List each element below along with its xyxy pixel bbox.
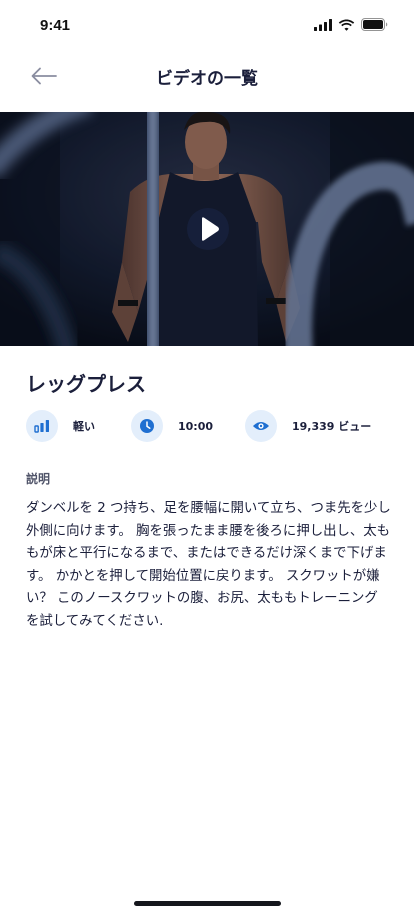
signal-icon: [314, 18, 332, 31]
status-time: 9:41: [40, 17, 71, 34]
app-header: ビデオの一覧: [0, 50, 414, 112]
description-text: ダンベルを 2 つ持ち、足を腰幅に開いて立ち、つま先を少し外側に向けます。 胸を…: [26, 501, 391, 629]
page-title: ビデオの一覧: [156, 69, 258, 89]
views-stat: 19,339 ビュー: [245, 410, 371, 442]
description-heading: 説明: [26, 472, 51, 486]
clock-icon: [140, 419, 154, 433]
views-icon-badge: [245, 410, 277, 442]
eye-icon: [253, 422, 269, 430]
status-bar: 9:41: [0, 0, 414, 50]
bar-chart-icon: [34, 420, 49, 433]
duration-icon-badge: [131, 410, 163, 442]
home-indicator[interactable]: [134, 901, 281, 906]
video-title: レッグプレス: [26, 372, 146, 396]
difficulty-stat: 軽い: [26, 410, 95, 442]
status-icons: [314, 18, 388, 31]
views-label: 19,339 ビュー: [292, 420, 372, 433]
duration-label: 10:00: [178, 419, 214, 433]
video-stats: 軽い 10:00 19,339 ビュー: [26, 410, 396, 442]
difficulty-icon-badge: [26, 410, 58, 442]
play-icon: [187, 208, 229, 250]
video-player[interactable]: [0, 112, 414, 346]
duration-stat: 10:00: [131, 410, 213, 442]
difficulty-label: 軽い: [73, 420, 95, 433]
video-detail-screen: 9:41 ビデオの一覧 レッグプレス 軽い 10:00 19,339 ビュー 説…: [0, 0, 414, 915]
battery-icon: [361, 18, 388, 31]
wifi-icon: [338, 19, 355, 31]
play-button[interactable]: [187, 208, 229, 250]
